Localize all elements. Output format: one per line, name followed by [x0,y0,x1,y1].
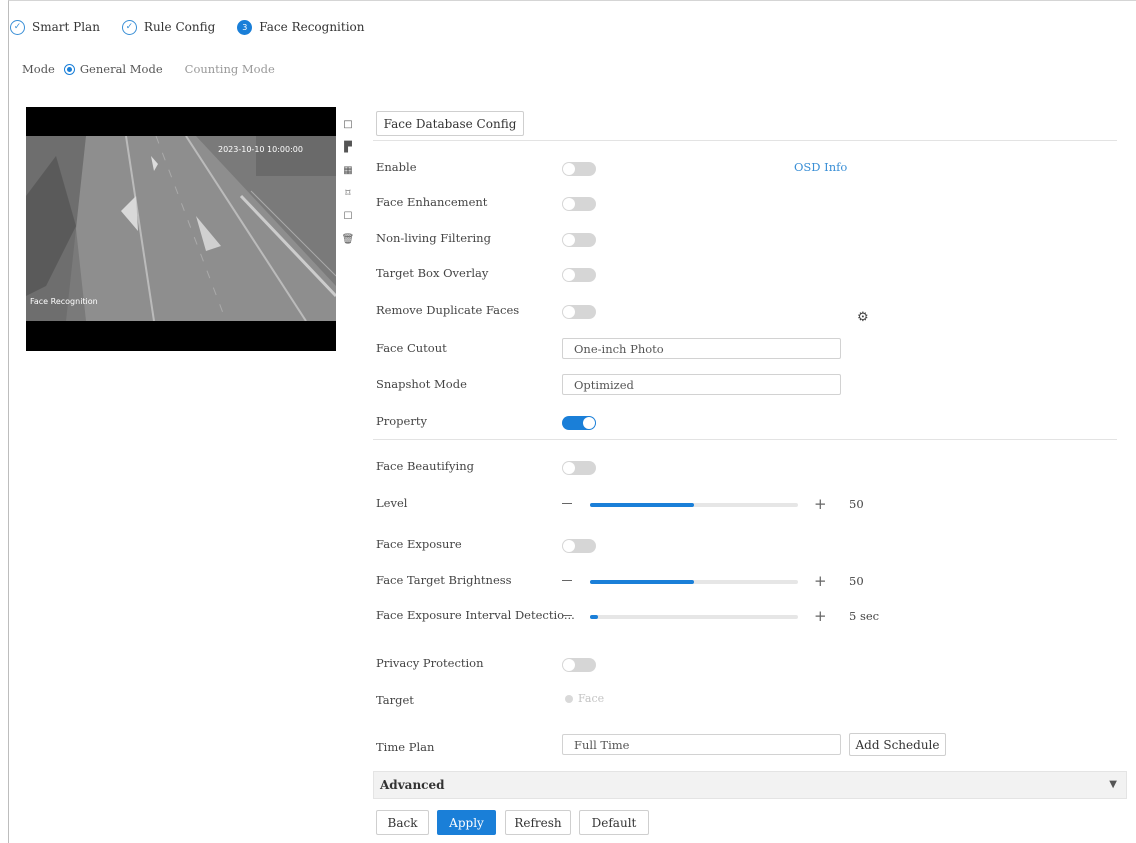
divider [373,439,1117,440]
check-circle-icon: ✓ [10,19,25,35]
slider-fill [590,615,599,619]
face-target-brightness-label: Face Target Brightness [376,573,512,587]
level-slider[interactable]: + [562,495,848,513]
face-database-config-button[interactable]: Face Database Config [376,111,524,136]
face-exposure-toggle[interactable] [562,539,596,553]
target-face-radio[interactable]: Face [565,692,604,705]
minus-icon[interactable] [562,580,572,581]
osd-info-link[interactable]: OSD Info [794,160,847,174]
face-enhancement-label: Face Enhancement [376,195,488,209]
step-label: Rule Config [143,20,216,34]
plus-icon[interactable]: + [814,495,827,513]
gear-icon[interactable]: ⚙ [857,310,869,325]
level-label: Level [376,496,408,510]
delete-icon[interactable]: 🗑 [342,233,355,245]
zoom-icon[interactable]: □ [342,118,354,130]
slider-track[interactable] [590,615,798,619]
non-living-filtering-label: Non-living Filtering [376,231,491,245]
face-exposure-interval-value: 5 sec [849,609,880,623]
property-label: Property [376,414,427,428]
face-target-brightness-value: 50 [849,574,864,588]
snapshot-mode-select[interactable]: Optimized [562,374,841,395]
face-exposure-label: Face Exposure [376,537,462,551]
target-face-label: Face [578,692,605,705]
mode-row: Mode General Mode Counting Mode [22,62,275,76]
target-box-overlay-label: Target Box Overlay [376,266,489,280]
divider [373,140,1117,141]
minus-icon[interactable] [562,503,572,504]
minus-icon[interactable] [562,615,572,616]
face-cutout-select[interactable]: One-inch Photo [562,338,841,359]
step-smart-plan[interactable]: ✓ Smart Plan [10,19,100,35]
target-label: Target [376,693,414,707]
advanced-label: Advanced [380,778,445,792]
check-circle-icon: ✓ [121,19,137,35]
face-beautifying-toggle[interactable] [562,461,596,475]
apply-button[interactable]: Apply [437,810,496,835]
video-preview[interactable]: 2023-10-10 10:00:00 Face Recognition [26,107,336,351]
property-toggle[interactable] [562,416,596,430]
radio-dot [565,694,573,703]
advanced-section[interactable]: Advanced ▼ [373,771,1127,799]
chevron-down-icon[interactable]: ▼ [1109,779,1117,790]
general-mode-label[interactable]: General Mode [80,62,163,76]
camera-scene: 2023-10-10 10:00:00 Face Recognition [26,136,336,321]
face-target-brightness-slider[interactable]: + [562,572,848,590]
face-exposure-interval-label: Face Exposure Interval Detectio... [376,608,575,622]
face-enhancement-toggle[interactable] [562,197,596,211]
video-toolbar: □ ▛ ▦ ⌑ ☐ 🗑 [342,118,358,256]
non-living-filtering-toggle[interactable] [562,233,596,247]
counting-mode-option[interactable]: Counting Mode [185,62,275,76]
radio-general-mode[interactable] [63,63,75,75]
enable-label: Enable [376,160,417,174]
enable-toggle[interactable] [562,162,596,176]
remove-duplicate-faces-label: Remove Duplicate Faces [376,303,520,317]
refresh-button[interactable]: Refresh [505,810,571,835]
add-schedule-button[interactable]: Add Schedule [849,733,946,756]
step-face-recognition[interactable]: 3 Face Recognition [237,19,365,35]
face-cutout-label: Face Cutout [376,341,447,355]
slider-track[interactable] [590,580,798,584]
remove-duplicate-faces-toggle[interactable] [562,305,596,319]
level-value: 50 [849,497,864,511]
step-number-icon: 3 [237,19,253,35]
video-channel-label: Face Recognition [30,297,98,306]
slider-fill [590,580,694,584]
time-plan-select[interactable]: Full Time [562,734,841,755]
snapshot-icon[interactable]: ▛ [342,141,354,153]
plus-icon[interactable]: + [814,572,827,590]
grid-icon[interactable]: ▦ [342,164,354,176]
target-box-overlay-toggle[interactable] [562,268,596,282]
privacy-protection-toggle[interactable] [562,658,596,672]
slider-fill [590,503,694,507]
video-timestamp: 2023-10-10 10:00:00 [218,145,303,154]
face-exposure-interval-slider[interactable]: + [562,607,848,625]
back-button[interactable]: Back [376,810,429,835]
step-label: Face Recognition [259,20,365,34]
wizard-steps: ✓ Smart Plan ✓ Rule Config 3 Face Recogn… [10,18,387,36]
step-label: Smart Plan [32,20,100,34]
default-button[interactable]: Default [579,810,649,835]
step-rule-config[interactable]: ✓ Rule Config [121,19,216,35]
time-plan-label: Time Plan [376,740,435,754]
draw-rule-icon[interactable]: ⌑ [342,187,354,199]
mode-label: Mode [22,62,55,76]
slider-track[interactable] [590,503,798,507]
draw-box-icon[interactable]: ☐ [342,210,354,222]
face-beautifying-label: Face Beautifying [376,459,474,473]
snapshot-mode-label: Snapshot Mode [376,377,467,391]
plus-icon[interactable]: + [814,607,827,625]
privacy-protection-label: Privacy Protection [376,656,484,670]
